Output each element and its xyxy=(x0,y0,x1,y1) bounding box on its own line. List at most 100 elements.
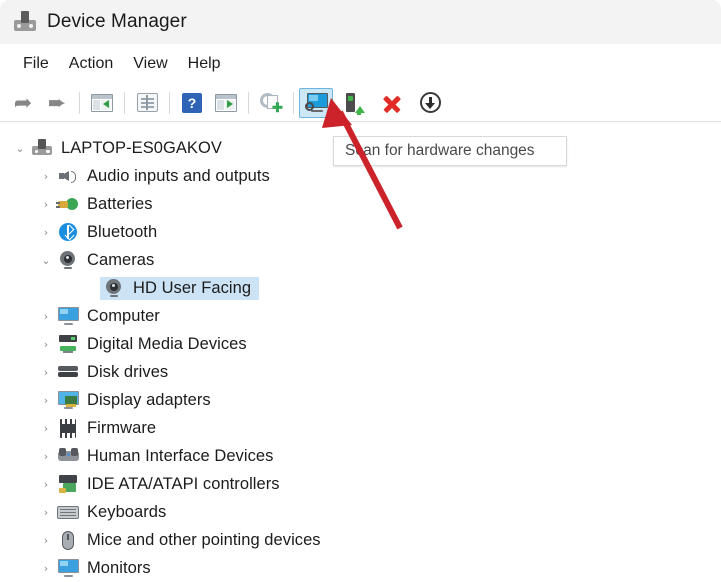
selected-item-highlight[interactable]: HD User Facing xyxy=(100,276,260,300)
tree-item-label: Digital Media Devices xyxy=(87,334,247,353)
right-arrow-icon: ➨ xyxy=(47,89,67,115)
device-manager-window: Device Manager File Action View Help ➦ ➨ xyxy=(0,0,721,582)
menu-bar: File Action View Help xyxy=(0,44,721,84)
tree-item-human-interface-devices[interactable]: › Human Interface Devices xyxy=(0,442,721,470)
tree-item-monitors[interactable]: › Monitors xyxy=(0,554,721,582)
circle-down-arrow-icon xyxy=(419,92,441,113)
show-hide-console-tree-button[interactable] xyxy=(209,88,243,118)
tree-item-keyboards[interactable]: › Keyboards xyxy=(0,498,721,526)
monitor-icon xyxy=(56,307,80,325)
gear-plus-icon: ✚ xyxy=(260,92,283,114)
tree-item-digital-media-devices[interactable]: › Digital Media Devices xyxy=(0,330,721,358)
tree-item-batteries[interactable]: › Batteries xyxy=(0,190,721,218)
tree-item-ide-ata-atapi-controllers[interactable]: › IDE ATA/ATAPI controllers xyxy=(0,470,721,498)
help-question-icon: ? xyxy=(182,92,202,113)
digital-media-icon xyxy=(56,335,80,353)
tree-item-computer[interactable]: › Computer xyxy=(0,302,721,330)
tree-item-audio[interactable]: › Audio inputs and outputs xyxy=(0,162,721,190)
menu-file[interactable]: File xyxy=(13,53,59,75)
up-one-level-button[interactable] xyxy=(85,88,119,118)
scan-for-hardware-changes-tooltip: Scan for hardware changes xyxy=(333,136,567,166)
display-adapter-icon xyxy=(56,391,80,409)
tree-item-label: Computer xyxy=(87,306,160,325)
camera-icon xyxy=(56,251,80,269)
tree-item-label: Audio inputs and outputs xyxy=(87,166,270,185)
toolbar-separator xyxy=(293,91,294,114)
chevron-right-icon[interactable]: › xyxy=(36,423,56,434)
tooltip-text: Scan for hardware changes xyxy=(345,142,535,159)
keyboard-icon xyxy=(56,505,80,519)
chevron-right-icon[interactable]: › xyxy=(36,507,56,518)
tree-item-label: Bluetooth xyxy=(87,222,158,241)
bluetooth-icon xyxy=(56,223,80,241)
tree-item-label: Keyboards xyxy=(87,502,167,521)
chevron-right-icon[interactable]: › xyxy=(36,339,56,350)
chevron-right-icon[interactable]: › xyxy=(36,367,56,378)
window-title: Device Manager xyxy=(47,11,187,32)
left-arrow-icon: ➦ xyxy=(13,89,33,115)
tree-item-label: Disk drives xyxy=(87,362,169,381)
toolbar-separator xyxy=(124,91,125,114)
disk-drive-icon xyxy=(56,366,80,378)
forward-button[interactable]: ➨ xyxy=(40,88,74,118)
chevron-right-icon[interactable]: › xyxy=(36,199,56,210)
menu-view[interactable]: View xyxy=(123,53,177,75)
toolbar-separator xyxy=(248,91,249,114)
tree-item-label: Mice and other pointing devices xyxy=(87,530,321,549)
chevron-right-icon[interactable]: › xyxy=(36,563,56,574)
camera-icon xyxy=(102,279,126,297)
menu-help[interactable]: Help xyxy=(178,53,231,75)
disable-device-button[interactable] xyxy=(413,88,447,118)
update-driver-button[interactable] xyxy=(337,88,371,118)
update-driver-software-button[interactable]: ✚ xyxy=(254,88,288,118)
tree-item-label: Monitors xyxy=(87,558,151,577)
toolbar: ➦ ➨ ? ✚ xyxy=(0,84,721,122)
tree-item-disk-drives[interactable]: › Disk drives xyxy=(0,358,721,386)
human-interface-icon xyxy=(56,448,80,464)
speaker-icon xyxy=(56,167,80,185)
tree-item-cameras[interactable]: ⌄ Cameras xyxy=(0,246,721,274)
chevron-down-icon[interactable]: ⌄ xyxy=(36,255,56,266)
back-button[interactable]: ➦ xyxy=(6,88,40,118)
chevron-right-icon[interactable]: › xyxy=(36,311,56,322)
device-green-arrow-icon xyxy=(344,92,365,115)
tree-item-label: Firmware xyxy=(87,418,157,437)
device-manager-icon xyxy=(14,11,36,33)
tree-item-label: IDE ATA/ATAPI controllers xyxy=(87,474,280,493)
properties-page-icon xyxy=(136,93,158,112)
chevron-right-icon[interactable]: › xyxy=(36,535,56,546)
title-bar: Device Manager xyxy=(0,0,721,44)
tree-item-label: HD User Facing xyxy=(133,278,252,297)
tree-item-label: LAPTOP-ES0GAKOV xyxy=(61,138,222,157)
chevron-down-icon[interactable]: ⌄ xyxy=(10,143,30,154)
window-right-pane-icon xyxy=(215,93,237,112)
chevron-right-icon[interactable]: › xyxy=(36,451,56,462)
tree-item-display-adapters[interactable]: › Display adapters xyxy=(0,386,721,414)
tree-item-firmware[interactable]: › Firmware xyxy=(0,414,721,442)
scan-for-hardware-changes-button[interactable] xyxy=(299,87,333,118)
menu-action[interactable]: Action xyxy=(59,53,123,75)
chevron-placeholder-icon: ​ xyxy=(82,283,102,294)
toolbar-separator xyxy=(79,91,80,114)
chevron-right-icon[interactable]: › xyxy=(36,171,56,182)
tree-item-label: Display adapters xyxy=(87,390,211,409)
scan-monitor-icon xyxy=(304,93,328,112)
help-button[interactable]: ? xyxy=(175,88,209,118)
tree-item-hd-user-facing[interactable]: ​ HD User Facing xyxy=(0,274,721,302)
properties-button[interactable] xyxy=(130,88,164,118)
chevron-right-icon[interactable]: › xyxy=(36,479,56,490)
tree-item-mice-and-other-pointing-devices[interactable]: › Mice and other pointing devices xyxy=(0,526,721,554)
chevron-right-icon[interactable]: › xyxy=(36,227,56,238)
device-tree[interactable]: ⌄ LAPTOP-ES0GAKOV › Audio inputs and out… xyxy=(0,122,721,582)
tree-item-bluetooth[interactable]: › Bluetooth xyxy=(0,218,721,246)
chevron-right-icon[interactable]: › xyxy=(36,395,56,406)
toolbar-separator xyxy=(169,91,170,114)
monitor-icon xyxy=(56,559,80,577)
tree-item-label: Batteries xyxy=(87,194,153,213)
tree-item-label: Human Interface Devices xyxy=(87,446,274,465)
firmware-chip-icon xyxy=(56,418,80,438)
tree-item-label: Cameras xyxy=(87,250,155,269)
uninstall-device-button[interactable] xyxy=(375,88,409,118)
mouse-icon xyxy=(56,530,80,550)
battery-icon xyxy=(56,195,80,213)
